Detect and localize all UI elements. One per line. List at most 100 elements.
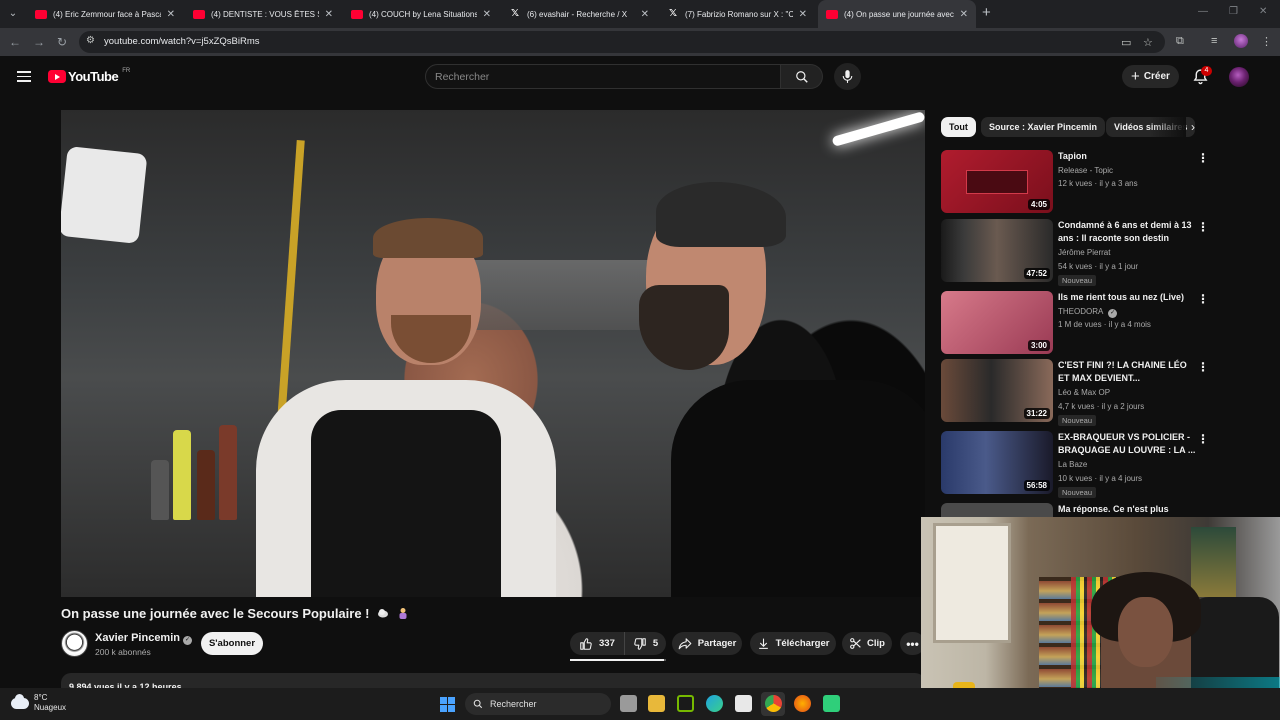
forward-icon[interactable]: →: [33, 35, 45, 49]
chrome-icon[interactable]: [765, 695, 782, 712]
channel-name[interactable]: Xavier Pincemin ✓: [95, 632, 192, 645]
store-icon[interactable]: [735, 695, 752, 712]
taskbar-search[interactable]: Rechercher: [465, 693, 611, 715]
recommendation-title[interactable]: Ils me rient tous au nez (Live): [1058, 291, 1196, 304]
youtube-icon: [351, 9, 363, 19]
recommendation-item[interactable]: 56:58 EX-BRAQUEUR VS POLICIER - BRAQUAGE…: [941, 431, 1211, 498]
browser-tab[interactable]: (4) DENTISTE : VOUS ÊTES SALE ✕: [185, 0, 341, 28]
close-icon[interactable]: ✕: [960, 9, 968, 20]
video-title: On passe une journée avec le Secours Pop…: [61, 606, 409, 621]
verified-check-icon: ✓: [1108, 309, 1118, 318]
more-vertical-icon[interactable]: ⋮: [1197, 151, 1209, 165]
menu-icon[interactable]: [17, 71, 31, 82]
create-button[interactable]: + Créer: [1122, 65, 1179, 88]
video-player[interactable]: [61, 110, 925, 597]
more-vertical-icon[interactable]: ⋮: [1197, 432, 1209, 446]
chip-fade: [1150, 116, 1186, 138]
recommendation-item[interactable]: 47:52 Condamné à 6 ans et demi à 13 ans …: [941, 219, 1211, 286]
close-icon[interactable]: ✕: [641, 9, 649, 20]
browser-profile-avatar[interactable]: [1234, 34, 1248, 48]
bookmark-star-icon[interactable]: ☆: [1143, 36, 1153, 49]
weather-widget[interactable]: 8°C Nuageux: [11, 693, 66, 713]
account-avatar[interactable]: [1229, 67, 1249, 87]
recommendation-title[interactable]: C'EST FINI ?! LA CHAINE LÉO ET MAX DEVIE…: [1058, 359, 1196, 385]
recommendation-item[interactable]: 4:05 Tapion Release - Topic 12 k vues · …: [941, 150, 1211, 214]
new-tab-button[interactable]: +: [982, 4, 991, 21]
file-explorer-icon[interactable]: [648, 695, 665, 712]
extensions-icon[interactable]: ⧉: [1176, 35, 1184, 48]
window-close-icon[interactable]: ✕: [1259, 6, 1267, 17]
recommendation-channel[interactable]: Jérôme Pierrat: [1058, 248, 1110, 257]
search-button[interactable]: [781, 64, 823, 89]
recommendation-title[interactable]: Condamné à 6 ans et demi à 13 ans : Il r…: [1058, 219, 1196, 245]
video-thumbnail[interactable]: 4:05: [941, 150, 1053, 213]
maximize-icon[interactable]: ❐: [1229, 6, 1238, 17]
close-icon[interactable]: ✕: [799, 9, 807, 20]
more-vertical-icon[interactable]: ⋮: [1197, 360, 1209, 374]
browser-tab[interactable]: (4) COUCH by Lena Situations ✕: [343, 0, 499, 28]
chip-all[interactable]: Tout: [941, 117, 976, 137]
address-bar[interactable]: ⚙ youtube.com/watch?v=j5xZQsBiRms ▭ ☆: [79, 31, 1165, 53]
video-thumbnail[interactable]: 31:22: [941, 359, 1053, 422]
share-button[interactable]: Partager: [672, 632, 742, 655]
more-vertical-icon[interactable]: ⋮: [1197, 292, 1209, 306]
x-icon: 𝕏: [668, 8, 678, 19]
subscribe-button[interactable]: S'abonner: [201, 632, 263, 655]
new-badge: Nouveau: [1058, 275, 1097, 286]
like-button[interactable]: 337: [570, 632, 625, 655]
app-icon[interactable]: [823, 695, 840, 712]
recommendation-channel[interactable]: THEODORA ✓: [1058, 307, 1118, 318]
download-button[interactable]: Télécharger: [750, 632, 836, 655]
cast-icon[interactable]: ▭: [1121, 36, 1131, 49]
task-view-icon[interactable]: [620, 695, 637, 712]
tab-title: (4) Eric Zemmour face à Pascal: [53, 9, 161, 19]
youtube-logo[interactable]: YouTube FR: [48, 68, 130, 84]
recommendation-title[interactable]: Ma réponse. Ce n'est plus: [1058, 503, 1196, 516]
clip-button[interactable]: Clip: [842, 632, 892, 655]
nvidia-icon[interactable]: [677, 695, 694, 712]
video-thumbnail[interactable]: 3:00: [941, 291, 1053, 354]
site-info-icon[interactable]: ⚙: [86, 35, 95, 46]
minimize-icon[interactable]: —: [1198, 6, 1208, 17]
video-duration: 56:58: [1023, 480, 1050, 491]
search-input[interactable]: [435, 69, 765, 85]
dislike-button[interactable]: 5: [625, 632, 658, 655]
video-duration: 3:00: [1027, 340, 1050, 351]
plus-icon: +: [1131, 68, 1140, 85]
firefox-icon[interactable]: [794, 695, 811, 712]
reading-list-icon[interactable]: ≡: [1211, 35, 1217, 47]
cam-window: [933, 523, 1011, 643]
close-icon[interactable]: ✕: [325, 9, 333, 20]
browser-tab[interactable]: 𝕏 (7) Fabrizio Romano sur X : "Ca ✕: [659, 0, 815, 28]
chevron-right-icon[interactable]: ›: [1185, 119, 1201, 135]
tab-search-button[interactable]: ⌄: [4, 5, 22, 23]
close-icon[interactable]: ✕: [483, 9, 491, 20]
browser-tab-active[interactable]: (4) On passe une journée avec ✕: [818, 0, 976, 28]
recommendation-channel[interactable]: Release - Topic: [1058, 166, 1113, 175]
browser-tab[interactable]: (4) Eric Zemmour face à Pascal ✕: [27, 0, 183, 28]
recommendation-title[interactable]: EX-BRAQUEUR VS POLICIER - BRAQUAGE AU LO…: [1058, 431, 1196, 457]
back-icon[interactable]: ←: [9, 35, 21, 49]
recommendation-title[interactable]: Tapion: [1058, 150, 1196, 163]
chip-source[interactable]: Source : Xavier Pincemin: [981, 117, 1106, 137]
windows-start-icon[interactable]: [440, 697, 455, 712]
video-thumbnail[interactable]: 56:58: [941, 431, 1053, 494]
reload-icon[interactable]: ↻: [57, 35, 67, 49]
recommendation-item[interactable]: 3:00 Ils me rient tous au nez (Live) THE…: [941, 291, 1211, 355]
browser-tab[interactable]: 𝕏 (6) evashair - Recherche / X ✕: [501, 0, 657, 28]
voice-search-button[interactable]: [834, 63, 861, 90]
bottles: [151, 410, 241, 520]
recommendation-channel[interactable]: La Baze: [1058, 460, 1087, 469]
person-left-hair: [373, 218, 483, 258]
recommendation-channel[interactable]: Léo & Max OP: [1058, 388, 1110, 397]
recommendation-item[interactable]: 31:22 C'EST FINI ?! LA CHAINE LÉO ET MAX…: [941, 359, 1211, 426]
edge-icon[interactable]: [706, 695, 723, 712]
browser-menu-icon[interactable]: ⋮: [1261, 35, 1272, 48]
video-thumbnail[interactable]: 47:52: [941, 219, 1053, 282]
recommendation-channel-text: THEODORA: [1058, 307, 1103, 316]
close-icon[interactable]: ✕: [167, 9, 175, 20]
x-icon: 𝕏: [510, 8, 520, 19]
channel-avatar[interactable]: [61, 630, 88, 657]
tab-title: (7) Fabrizio Romano sur X : "Ca: [685, 9, 793, 19]
more-vertical-icon[interactable]: ⋮: [1197, 220, 1209, 234]
